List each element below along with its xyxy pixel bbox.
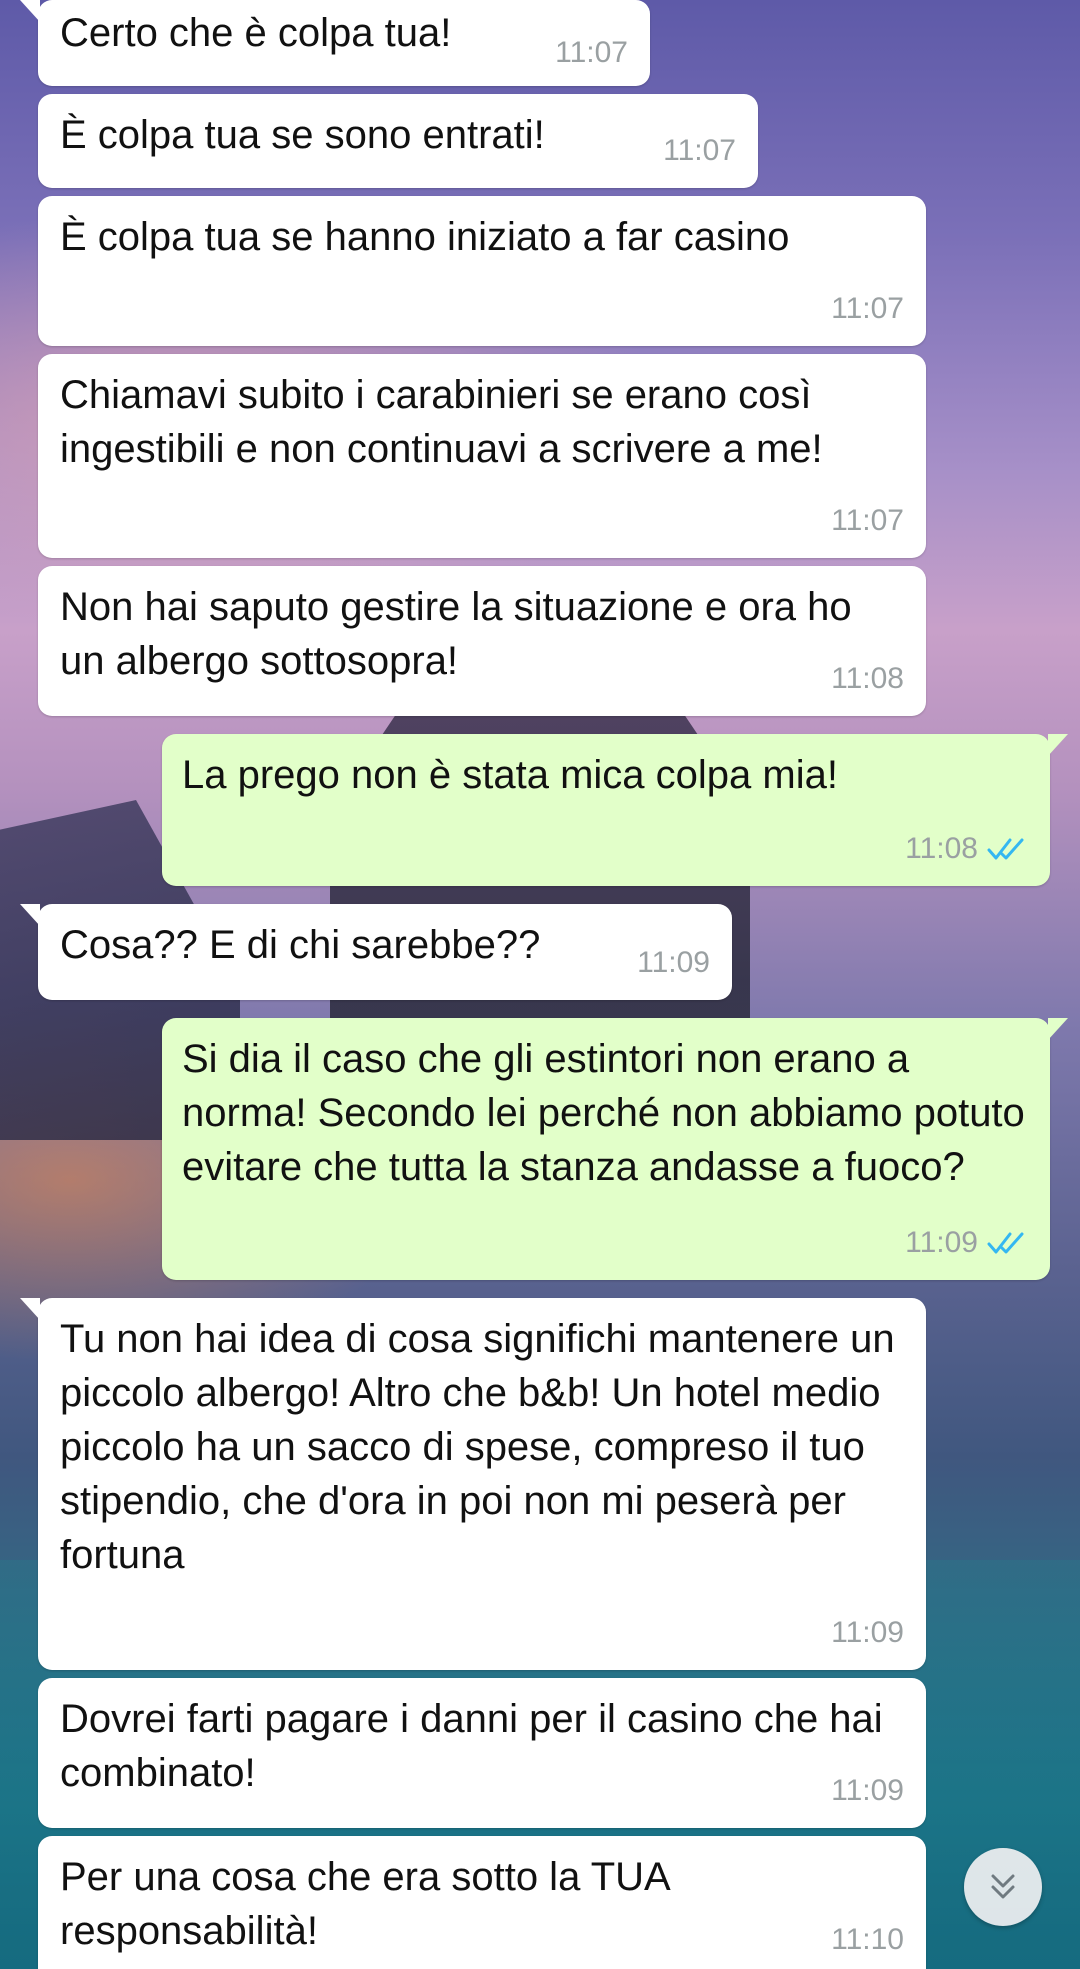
message-text: Si dia il caso che gli estintori non era… bbox=[182, 1037, 1025, 1189]
double-chevron-down-icon bbox=[991, 1874, 1015, 1899]
message-time: 11:09 bbox=[905, 1226, 978, 1259]
message-time: 11:08 bbox=[905, 832, 978, 865]
message-incoming[interactable]: È colpa tua se sono entrati! 11:07 bbox=[38, 94, 758, 188]
message-incoming[interactable]: Cosa?? E di chi sarebbe?? 11:09 bbox=[20, 904, 732, 1000]
message-text: Dovrei farti pagare i danni per il casin… bbox=[60, 1697, 883, 1795]
message-incoming[interactable]: Per una cosa che era sotto la TUA respon… bbox=[38, 1836, 926, 1969]
message-text: È colpa tua se sono entrati! bbox=[60, 113, 545, 157]
message-time: 11:09 bbox=[637, 946, 710, 979]
message-text: È colpa tua se hanno iniziato a far casi… bbox=[60, 215, 790, 259]
message-text: Chiamavi subito i carabinieri se erano c… bbox=[60, 373, 823, 471]
message-text: Per una cosa che era sotto la TUA respon… bbox=[60, 1855, 669, 1953]
message-text: Non hai saputo gestire la situazione e o… bbox=[60, 585, 852, 683]
message-time: 11:07 bbox=[555, 36, 628, 69]
message-incoming[interactable]: È colpa tua se hanno iniziato a far casi… bbox=[38, 196, 926, 346]
double-check-icon bbox=[987, 838, 1024, 860]
message-outgoing[interactable]: La prego non è stata mica colpa mia! 11:… bbox=[162, 734, 1068, 886]
double-check-icon bbox=[987, 1232, 1024, 1254]
message-incoming[interactable]: Dovrei farti pagare i danni per il casin… bbox=[38, 1678, 926, 1828]
scroll-to-bottom-button[interactable] bbox=[964, 1848, 1042, 1926]
message-time: 11:07 bbox=[663, 134, 736, 167]
message-incoming[interactable]: Chiamavi subito i carabinieri se erano c… bbox=[38, 354, 926, 558]
message-incoming[interactable]: Certo che è colpa tua! 11:07 bbox=[20, 0, 650, 86]
message-time: 11:09 bbox=[831, 1774, 904, 1807]
message-time: 11:07 bbox=[831, 292, 904, 325]
message-time: 11:08 bbox=[831, 662, 904, 695]
message-incoming[interactable]: Tu non hai idea di cosa significhi mante… bbox=[20, 1298, 926, 1670]
message-text: Tu non hai idea di cosa significhi mante… bbox=[60, 1317, 895, 1577]
message-time: 11:10 bbox=[831, 1923, 904, 1956]
message-text: Certo che è colpa tua! bbox=[60, 11, 452, 55]
message-time: 11:07 bbox=[831, 504, 904, 537]
message-time: 11:09 bbox=[831, 1616, 904, 1649]
message-text: Cosa?? E di chi sarebbe?? bbox=[60, 923, 541, 967]
message-outgoing[interactable]: Si dia il caso che gli estintori non era… bbox=[162, 1018, 1068, 1280]
message-text: La prego non è stata mica colpa mia! bbox=[182, 753, 838, 797]
message-incoming[interactable]: Non hai saputo gestire la situazione e o… bbox=[38, 566, 926, 716]
